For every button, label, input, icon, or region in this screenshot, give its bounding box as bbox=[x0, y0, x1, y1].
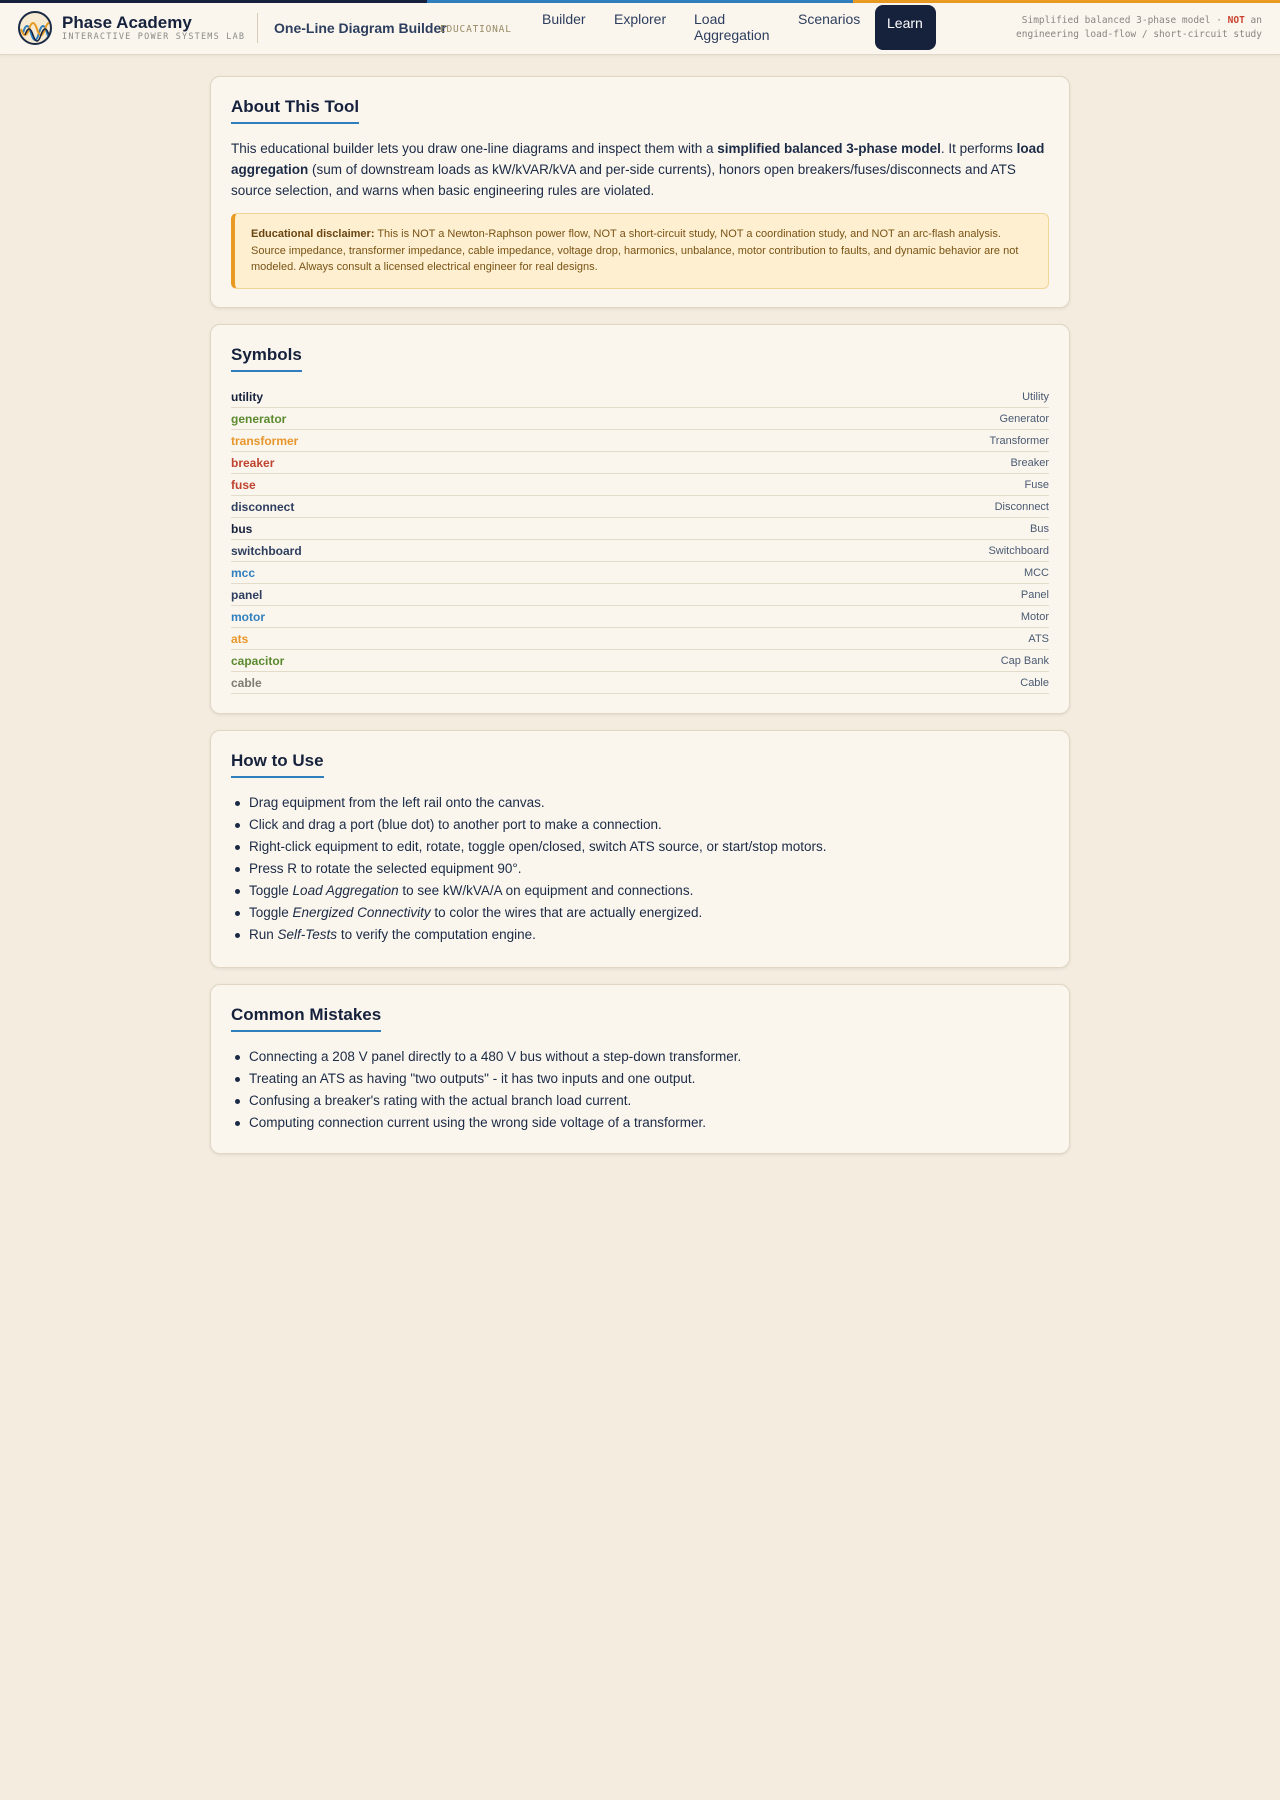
how-to-use-card: How to Use Drag equipment from the left … bbox=[210, 730, 1070, 968]
symbol-label: Utility bbox=[1022, 390, 1049, 403]
symbol-row: generator Generator bbox=[231, 408, 1049, 430]
about-card: About This Tool This educational builder… bbox=[210, 76, 1070, 308]
educational-disclaimer-callout: Educational disclaimer: This is NOT a Ne… bbox=[231, 213, 1049, 289]
symbol-label: ATS bbox=[1028, 632, 1049, 645]
symbol-key: cable bbox=[231, 675, 262, 690]
symbol-row: ats ATS bbox=[231, 628, 1049, 650]
symbol-label: Generator bbox=[999, 412, 1049, 425]
common-mistakes-card: Common Mistakes Connecting a 208 V panel… bbox=[210, 984, 1070, 1154]
symbols-list: utility Utility generator Generator transfor… bbox=[231, 386, 1049, 694]
symbol-key: ats bbox=[231, 631, 249, 646]
symbol-label: Cable bbox=[1020, 676, 1049, 689]
nav-tab-scenarios[interactable]: Scenarios bbox=[798, 11, 860, 27]
symbol-label: Disconnect bbox=[994, 500, 1049, 513]
nav-tab-learn[interactable]: Learn bbox=[875, 5, 936, 50]
symbols-card: Symbols utility Utility generator Generator… bbox=[210, 324, 1070, 714]
brand-subtitle: INTERACTIVE POWER SYSTEMS LAB bbox=[62, 32, 246, 42]
common-mistakes-list: Connecting a 208 V panel directly to a 4… bbox=[235, 1046, 1049, 1134]
symbol-row: motor Motor bbox=[231, 606, 1049, 628]
symbol-label: Breaker bbox=[1010, 456, 1049, 469]
common-mistakes-title: Common Mistakes bbox=[231, 1005, 382, 1032]
symbol-row: mcc MCC bbox=[231, 562, 1049, 584]
header-divider bbox=[257, 13, 258, 43]
symbol-key: panel bbox=[231, 587, 263, 602]
phase-wave-logo-icon[interactable] bbox=[18, 11, 52, 45]
symbol-label: MCC bbox=[1023, 566, 1049, 579]
list-item: Drag equipment from the left rail onto t… bbox=[235, 792, 1049, 814]
symbol-row: transformer Transformer bbox=[231, 430, 1049, 452]
list-item: Click and drag a port (blue dot) to anot… bbox=[235, 814, 1049, 836]
symbol-label: Cap Bank bbox=[1000, 654, 1049, 667]
brand-name[interactable]: Phase Academy bbox=[62, 13, 192, 33]
symbol-key: generator bbox=[231, 411, 287, 426]
symbol-label: Fuse bbox=[1024, 478, 1049, 491]
list-item: Confusing a breaker's rating with the ac… bbox=[235, 1090, 1049, 1112]
symbol-label: Switchboard bbox=[988, 544, 1049, 557]
list-item: Toggle Load Aggregation to see kW/kVA/A … bbox=[235, 880, 1049, 902]
symbol-row: capacitor Cap Bank bbox=[231, 650, 1049, 672]
list-item: Run Self-Tests to verify the computation… bbox=[235, 924, 1049, 946]
symbol-key: capacitor bbox=[231, 653, 285, 668]
list-item: Treating an ATS as having "two outputs" … bbox=[235, 1068, 1049, 1090]
symbol-key: motor bbox=[231, 609, 265, 624]
top-nav-bar: Phase Academy INTERACTIVE POWER SYSTEMS … bbox=[0, 3, 1280, 55]
about-description: This educational builder lets you draw o… bbox=[231, 141, 1045, 198]
educational-badge: EDUCATIONAL bbox=[440, 24, 512, 35]
symbol-key: switchboard bbox=[231, 543, 302, 558]
symbol-row: switchboard Switchboard bbox=[231, 540, 1049, 562]
symbol-row: bus Bus bbox=[231, 518, 1049, 540]
symbol-key: disconnect bbox=[231, 499, 295, 514]
list-item: Connecting a 208 V panel directly to a 4… bbox=[235, 1046, 1049, 1068]
list-item: Computing connection current using the w… bbox=[235, 1112, 1049, 1134]
symbol-key: transformer bbox=[231, 433, 299, 448]
symbol-key: fuse bbox=[231, 477, 256, 492]
list-item: Press R to rotate the selected equipment… bbox=[235, 858, 1049, 880]
symbol-row: cable Cable bbox=[231, 672, 1049, 694]
symbol-key: breaker bbox=[231, 455, 275, 470]
model-disclaimer: Simplified balanced 3-phase model · NOT … bbox=[1016, 15, 1262, 40]
symbol-row: disconnect Disconnect bbox=[231, 496, 1049, 518]
symbol-label: Panel bbox=[1020, 588, 1049, 601]
how-to-use-list: Drag equipment from the left rail onto t… bbox=[235, 792, 1049, 946]
symbol-row: panel Panel bbox=[231, 584, 1049, 606]
about-title: About This Tool bbox=[231, 97, 360, 124]
symbol-key: bus bbox=[231, 521, 253, 536]
nav-tab-load-aggregation[interactable]: Load Aggregation bbox=[694, 11, 778, 43]
symbols-title: Symbols bbox=[231, 345, 302, 372]
tool-title: One-Line Diagram Builder bbox=[274, 20, 447, 36]
nav-tab-builder[interactable]: Builder bbox=[542, 11, 586, 27]
symbol-label: Bus bbox=[1030, 522, 1049, 535]
symbol-label: Motor bbox=[1020, 610, 1049, 623]
list-item: Toggle Energized Connectivity to color t… bbox=[235, 902, 1049, 924]
symbol-row: fuse Fuse bbox=[231, 474, 1049, 496]
symbol-row: breaker Breaker bbox=[231, 452, 1049, 474]
symbol-key: utility bbox=[231, 389, 263, 404]
symbol-label: Transformer bbox=[989, 434, 1050, 447]
symbol-row: utility Utility bbox=[231, 386, 1049, 408]
nav-tab-explorer[interactable]: Explorer bbox=[614, 11, 666, 27]
how-to-use-title: How to Use bbox=[231, 751, 324, 778]
list-item: Right-click equipment to edit, rotate, t… bbox=[235, 836, 1049, 858]
symbol-key: mcc bbox=[231, 565, 256, 580]
